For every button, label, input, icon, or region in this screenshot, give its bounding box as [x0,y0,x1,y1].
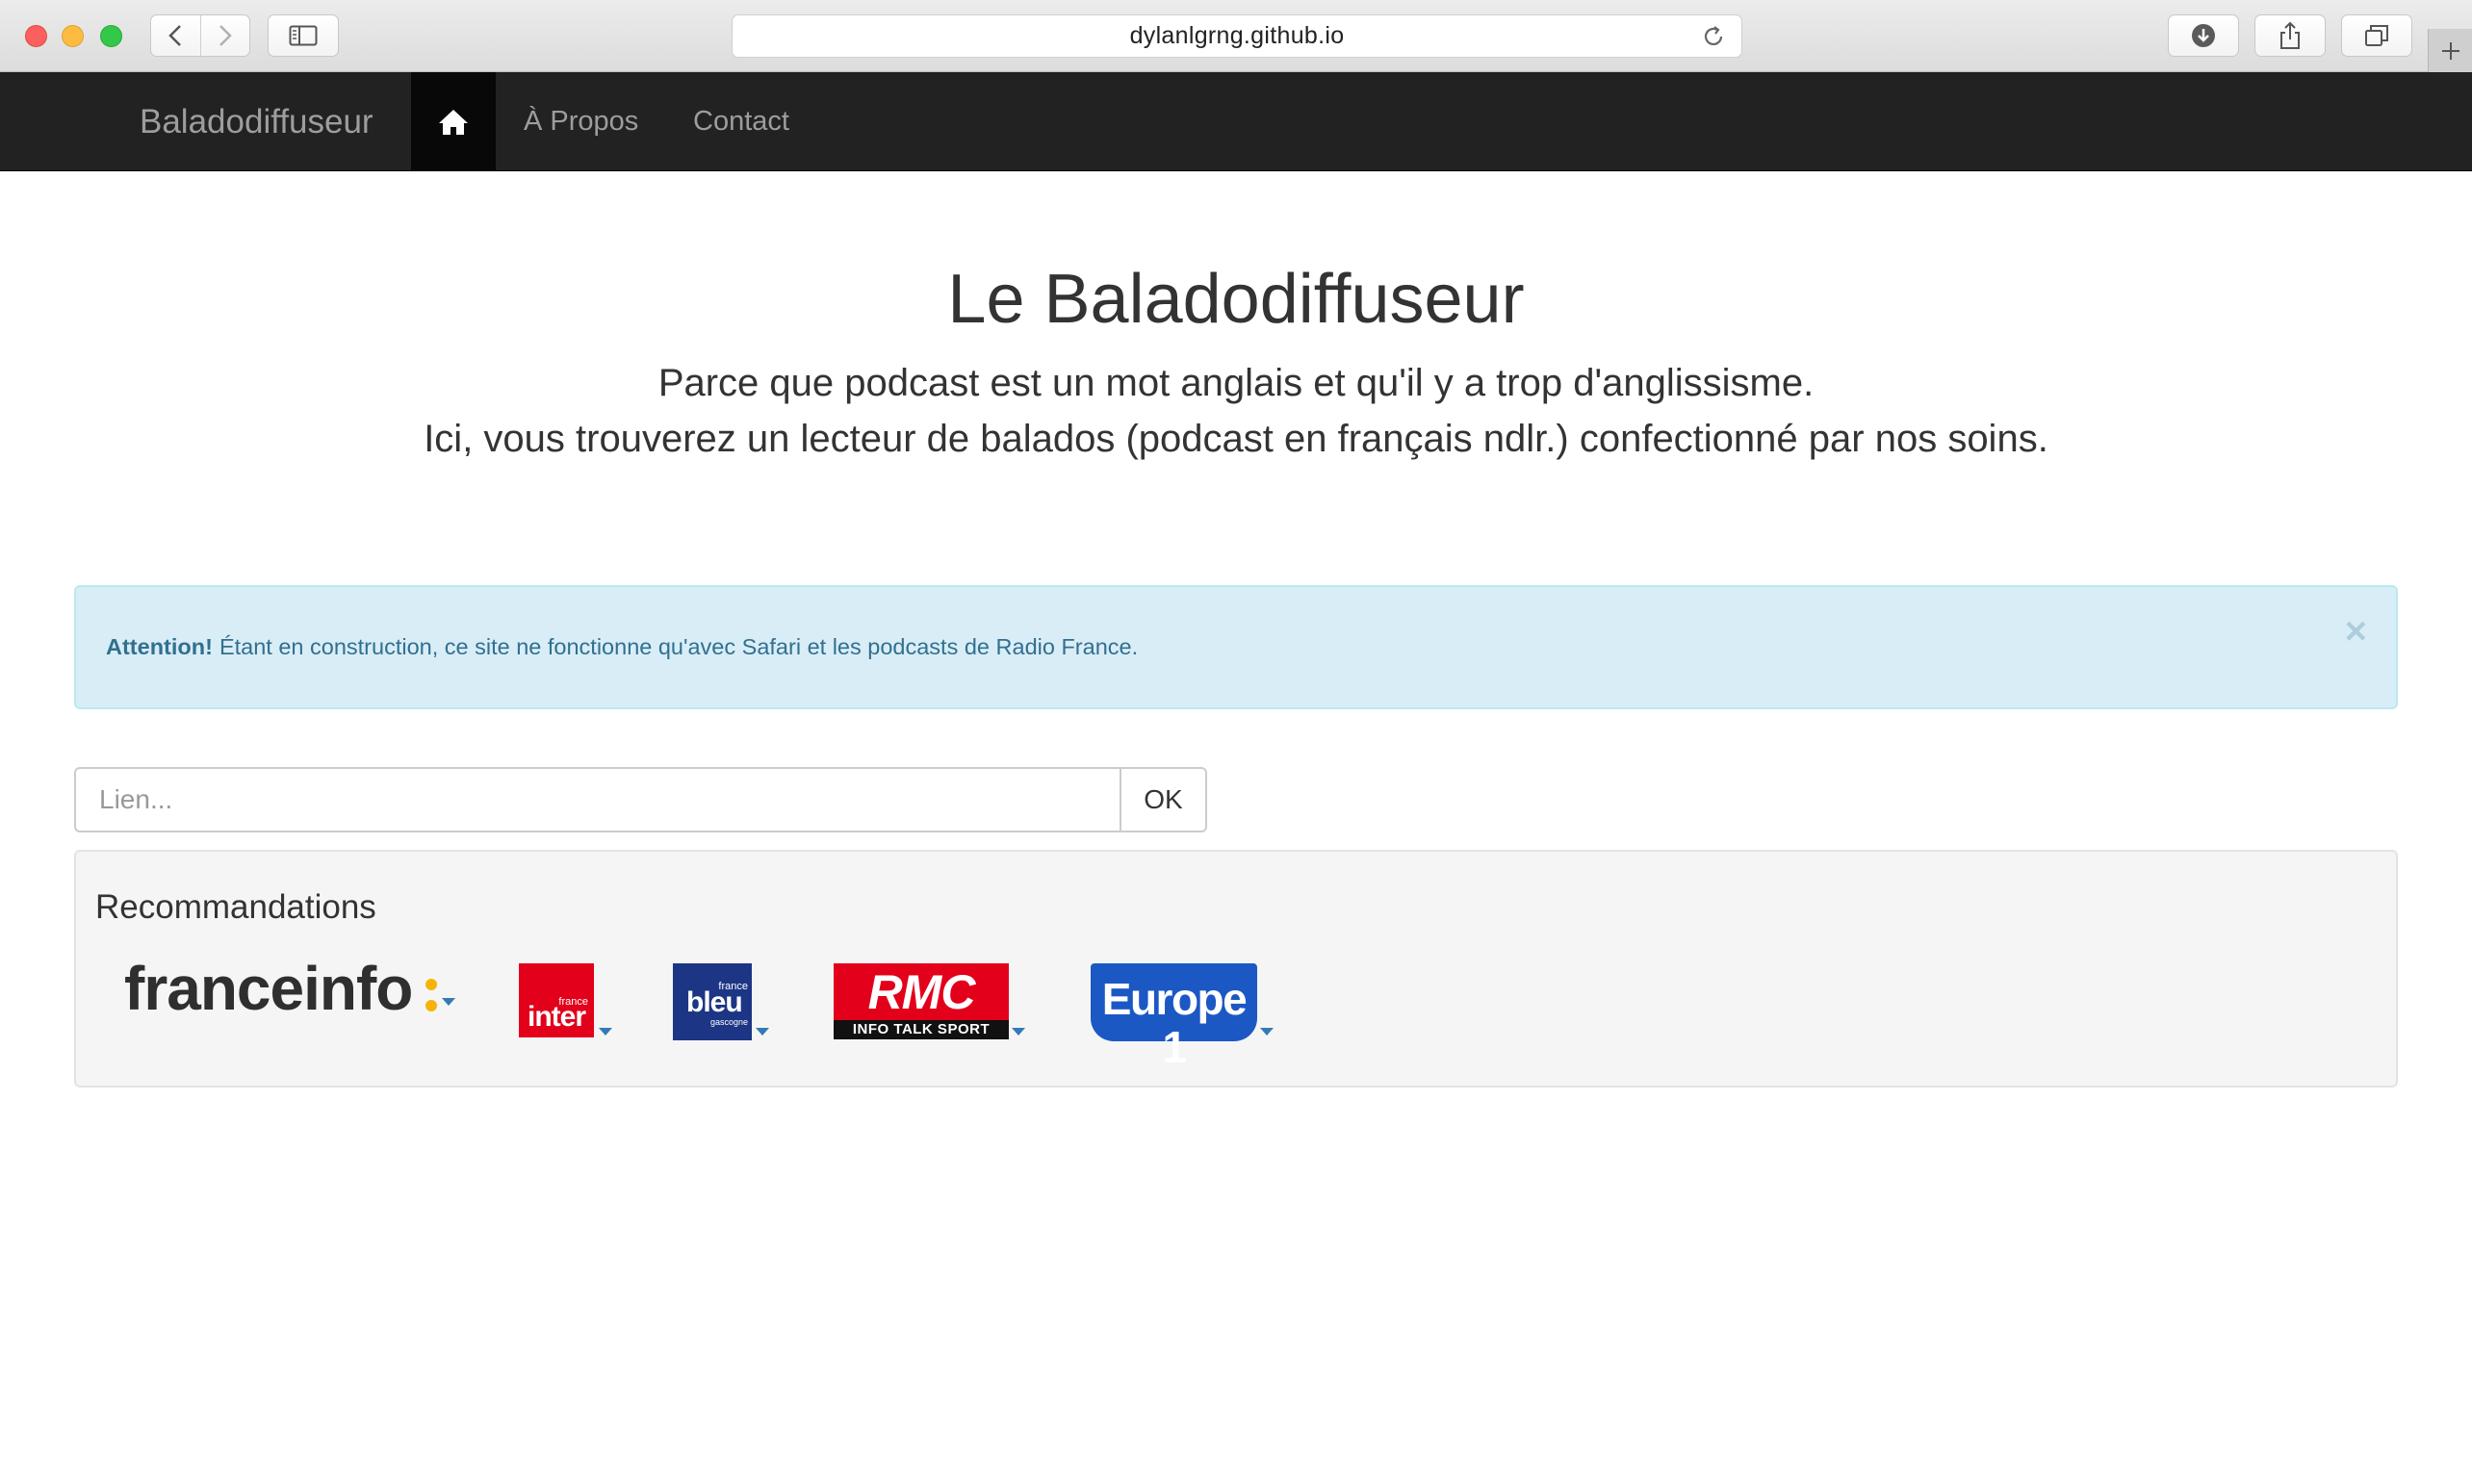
page-title: Le Baladodiffuseur [947,261,1525,338]
alert-text: Étant en construction, ce site ne foncti… [219,634,1139,659]
recommendations-title: Recommandations [95,888,376,926]
recommendations-panel: Recommandations franceinfo france inter … [74,850,2398,1087]
station-rmc[interactable]: RMC INFO TALK SPORT [834,963,1009,1039]
franceinfo-logo-text: franceinfo [124,954,413,1023]
download-icon [2192,24,2215,47]
plus-icon [2441,41,2459,60]
nav-home-link[interactable] [411,72,496,171]
url-text: dylanlgrng.github.io [1129,22,1345,49]
ok-button[interactable]: OK [1120,767,1207,832]
zoom-window-button[interactable] [100,25,122,47]
chevron-left-icon [168,25,182,46]
nav-apropos-link[interactable]: À Propos [524,72,638,171]
caret-down-icon[interactable] [599,1028,612,1036]
station-franceinfo[interactable]: franceinfo [124,958,471,1019]
hero-subtitle-line1: Parce que podcast est un mot anglais et … [657,362,1815,404]
tab-overview-button[interactable] [2341,14,2412,57]
franceinfo-logo-dot [425,1000,437,1011]
home-icon [439,109,468,135]
site-navbar: Baladodiffuseur À Propos Contact [0,72,2472,171]
navbar-brand[interactable]: Baladodiffuseur [140,72,373,171]
browser-toolbar: dylanlgrng.github.io [0,0,2472,72]
share-icon [2280,21,2300,49]
tabs-icon [2365,25,2388,46]
info-alert: Attention! Étant en construction, ce sit… [74,585,2398,709]
caret-down-icon[interactable] [1012,1028,1025,1036]
caret-down-icon[interactable] [1260,1028,1274,1036]
inter-logo-text: inter [528,1001,586,1033]
bleu-logo-text: bleu [686,986,743,1018]
alert-strong: Attention! [106,634,213,659]
caret-down-icon[interactable] [442,998,455,1006]
europe1-logo-text: Europe 1 [1101,974,1248,1072]
franceinfo-logo-dot [425,979,437,990]
new-tab-button[interactable] [2428,29,2472,72]
downloads-button[interactable] [2168,14,2239,57]
history-nav-group [150,14,250,57]
address-bar[interactable]: dylanlgrng.github.io [732,14,1742,58]
share-button[interactable] [2254,14,2326,57]
minimize-window-button[interactable] [62,25,84,47]
bleu-logo-sub: gascogne [709,1017,748,1027]
rmc-logo-sub: INFO TALK SPORT [834,1020,1009,1039]
station-france-bleu[interactable]: france bleu gascogne [673,963,752,1040]
back-button[interactable] [151,15,200,56]
link-input[interactable] [76,769,1120,831]
nav-contact-link[interactable]: Contact [693,72,789,171]
station-europe1[interactable]: Europe 1 [1091,963,1257,1071]
link-input-wrapper [74,767,1120,832]
alert-close-button[interactable]: × [2345,612,2367,651]
station-france-inter[interactable]: france inter [519,963,594,1037]
chevron-right-icon [219,25,232,46]
forward-button[interactable] [199,15,250,56]
hero-subtitle-line2: Ici, vous trouverez un lecteur de balado… [424,418,2048,460]
reload-icon[interactable] [1701,24,1726,49]
sidebar-icon [289,25,318,46]
sidebar-toggle-button[interactable] [268,14,339,57]
rmc-logo-text: RMC [867,965,976,1019]
caret-down-icon[interactable] [756,1028,769,1036]
close-window-button[interactable] [25,25,47,47]
